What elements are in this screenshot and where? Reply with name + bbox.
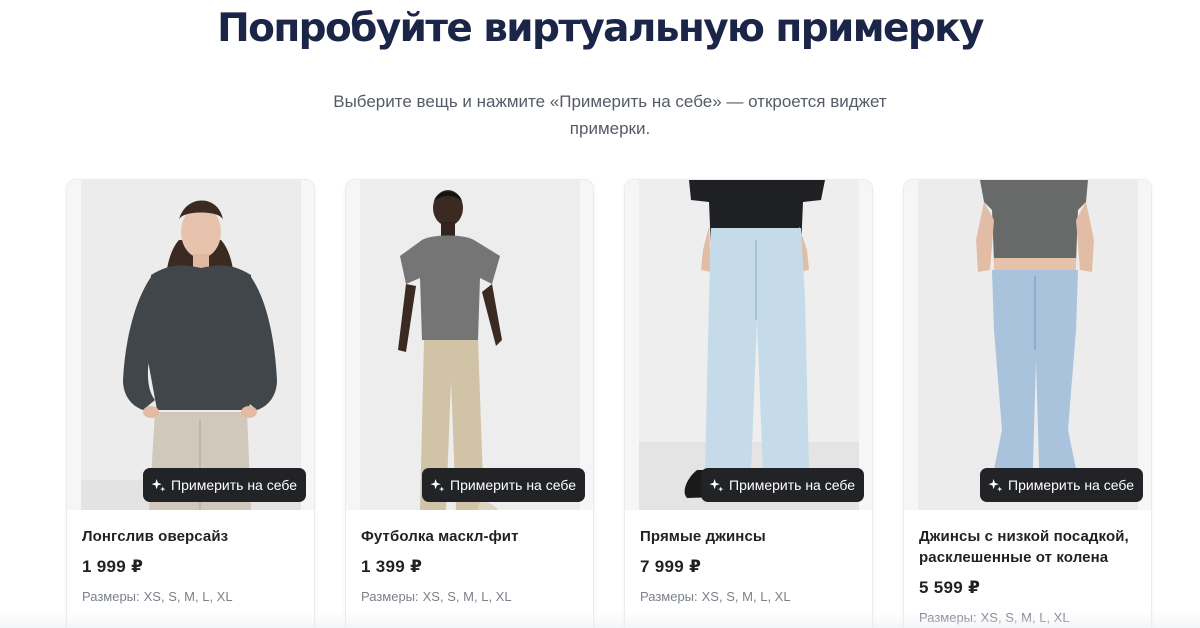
product-price: 5 599 ₽ — [919, 578, 981, 597]
sparkle-icon — [988, 478, 1003, 492]
product-name: Прямые джинсы — [640, 528, 766, 545]
product-image-area[interactable]: Примерить на себе — [625, 180, 872, 510]
product-sizes: Размеры:XS, S, M, L, XL — [640, 589, 791, 604]
product-card[interactable]: Примерить на себе Лонгслив оверсайз 1 99… — [66, 179, 315, 628]
size-option: L — [202, 589, 210, 604]
product-price: 1 399 ₽ — [361, 557, 423, 576]
size-option: L — [481, 589, 489, 604]
size-option: XS — [422, 589, 440, 604]
size-option: XS — [701, 589, 719, 604]
size-option: XL — [774, 589, 791, 604]
product-photo-longsleeve — [81, 180, 301, 510]
product-photo-tshirt — [360, 180, 580, 510]
product-sizes: Размеры:XS, S, M, L, XL — [82, 589, 233, 604]
page-subtitle: Выберите вещь и нажмите «Примерить на се… — [333, 92, 887, 138]
product-info: Футболка маскл-фит 1 399 ₽ Размеры: XS, S… — [346, 510, 593, 607]
product-sizes: Размеры:XS, S, M, L, XL — [361, 589, 512, 604]
product-name: Футболка маскл-фит — [361, 528, 519, 545]
try-on-button[interactable]: Примерить на себе — [143, 468, 306, 502]
size-option: XS — [143, 589, 161, 604]
product-info: Джинсы с низкой посадкой, расклешенные о… — [904, 510, 1151, 628]
product-name: Джинсы с низкой посадкой, расклешенные о… — [919, 528, 1129, 566]
size-option: L — [760, 589, 768, 604]
try-on-button[interactable]: Примерить на себе — [701, 468, 864, 502]
product-card[interactable]: Примерить на себе Джинсы с низкой посадк… — [903, 179, 1152, 628]
sizes-label: Размеры: — [82, 589, 140, 604]
sizes-label: Размеры: — [640, 589, 698, 604]
product-price: 7 999 ₽ — [640, 557, 702, 576]
product-image-area[interactable]: Примерить на себе — [904, 180, 1151, 510]
sizes-label: Размеры: — [361, 589, 419, 604]
product-info: Лонгслив оверсайз 1 999 ₽ Размеры: XS, S,… — [67, 510, 314, 607]
sparkle-icon — [430, 478, 445, 492]
try-on-section: Попробуйте виртуальную примерку Выберите… — [0, 0, 1200, 628]
bottom-fade — [0, 612, 1200, 628]
size-option: S — [168, 589, 177, 604]
product-card[interactable]: Примерить на себе Прямые джинсы 7 999 ₽ … — [624, 179, 873, 628]
sparkle-icon — [151, 478, 166, 492]
try-on-label: Примерить на себе — [729, 477, 855, 493]
try-on-label: Примерить на себе — [450, 477, 576, 493]
try-on-button[interactable]: Примерить на себе — [980, 468, 1143, 502]
size-option: M — [184, 589, 195, 604]
try-on-label: Примерить на себе — [1008, 477, 1134, 493]
sparkle-icon — [709, 478, 724, 492]
size-option: S — [447, 589, 456, 604]
try-on-button[interactable]: Примерить на себе — [422, 468, 585, 502]
product-photo-straight-jeans — [639, 180, 859, 510]
size-option: XL — [495, 589, 512, 604]
product-image-area[interactable]: Примерить на себе — [346, 180, 593, 510]
size-option: XL — [216, 589, 233, 604]
product-image-area[interactable]: Примерить на себе — [67, 180, 314, 510]
size-option: M — [463, 589, 474, 604]
product-photo-flared-jeans — [918, 180, 1138, 510]
size-option: M — [742, 589, 753, 604]
product-name: Лонгслив оверсайз — [82, 528, 229, 545]
product-card[interactable]: Примерить на себе Футболка маскл-фит 1 3… — [345, 179, 594, 628]
try-on-label: Примерить на себе — [171, 477, 297, 493]
product-info: Прямые джинсы 7 999 ₽ Размеры: XS, S, M, … — [625, 510, 872, 607]
page-title: Попробуйте виртуальную примерку — [217, 6, 984, 51]
size-option: S — [726, 589, 735, 604]
product-price: 1 999 ₽ — [82, 557, 144, 576]
